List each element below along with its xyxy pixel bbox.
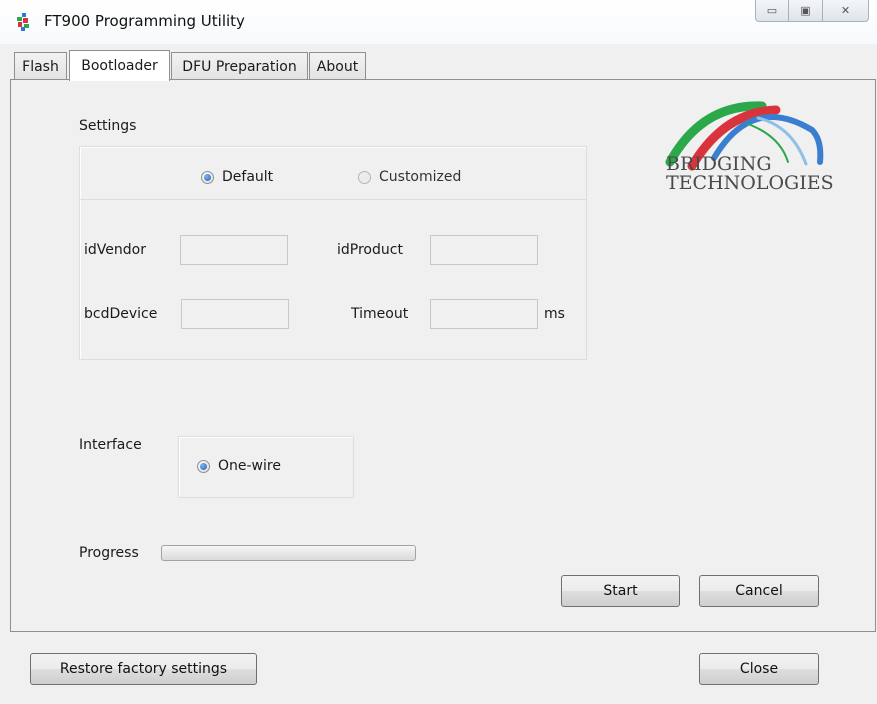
tab-flash[interactable]: Flash [14, 52, 67, 80]
progress-label: Progress [79, 545, 139, 561]
timeout-input[interactable] [430, 299, 538, 329]
logo-text-line2: TECHNOLOGIES [666, 172, 834, 194]
radio-unchecked-icon [358, 170, 371, 184]
app-icon [17, 13, 29, 31]
idproduct-input[interactable] [430, 235, 538, 265]
idproduct-label: idProduct [337, 242, 403, 258]
radio-default[interactable]: Default [201, 169, 273, 185]
minimize-button[interactable]: ▭ [755, 0, 789, 22]
tab-dfu-preparation[interactable]: DFU Preparation [171, 52, 308, 80]
title-bar: FT900 Programming Utility ▭ ▣ ✕ [0, 0, 877, 44]
radio-default-label: Default [222, 169, 274, 185]
window-title: FT900 Programming Utility [44, 12, 245, 30]
settings-divider [80, 199, 586, 200]
tab-bootloader[interactable]: Bootloader [69, 50, 170, 81]
radio-checked-icon [197, 459, 210, 473]
restore-factory-settings-button[interactable]: Restore factory settings [30, 653, 257, 685]
maximize-button[interactable]: ▣ [789, 0, 823, 22]
window-controls: ▭ ▣ ✕ [755, 0, 869, 22]
radio-checked-icon [201, 170, 214, 184]
close-window-button[interactable]: ✕ [823, 0, 869, 22]
close-button[interactable]: Close [699, 653, 819, 685]
timeout-label: Timeout [351, 306, 409, 322]
idvendor-label: idVendor [84, 242, 146, 258]
minimize-icon: ▭ [766, 4, 778, 17]
bcddevice-label: bcdDevice [84, 306, 158, 322]
bcddevice-input[interactable] [181, 299, 289, 329]
progress-bar [161, 545, 416, 561]
tab-about[interactable]: About [309, 52, 366, 80]
radio-one-wire-label: One-wire [218, 458, 281, 474]
cancel-button[interactable]: Cancel [699, 575, 819, 607]
close-icon: ✕ [840, 4, 851, 17]
radio-one-wire[interactable]: One-wire [197, 458, 281, 474]
maximize-icon: ▣ [800, 4, 811, 17]
idvendor-input[interactable] [180, 235, 288, 265]
interface-label: Interface [79, 437, 142, 453]
start-button[interactable]: Start [561, 575, 680, 607]
timeout-unit: ms [544, 306, 565, 322]
radio-customized[interactable]: Customized [358, 169, 461, 185]
radio-customized-label: Customized [379, 169, 462, 185]
settings-label: Settings [79, 118, 137, 134]
